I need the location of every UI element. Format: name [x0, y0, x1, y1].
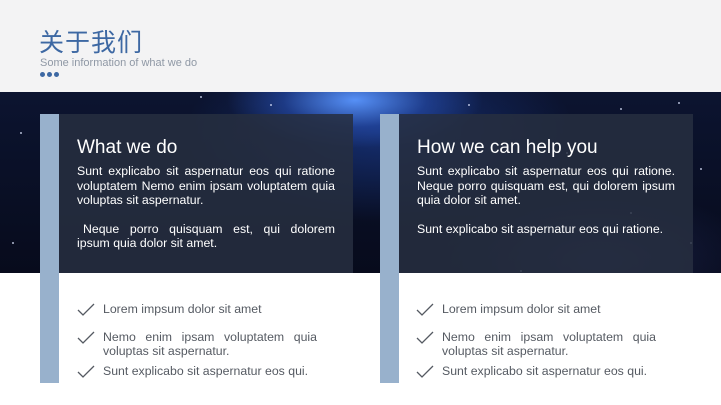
list-item-text: Nemo enim ipsam voluptatem quia voluptas… [103, 329, 317, 359]
check-icon [77, 303, 95, 316]
card-paragraph: Neque porro quisquam est, qui dolorem ip… [77, 221, 335, 251]
check-icon [416, 303, 434, 316]
card-paragraph: Sunt explicabo sit aspernatur eos qui ra… [417, 164, 675, 207]
list-item-text: Sunt explicabo sit aspernatur eos qui. [442, 363, 648, 378]
page-title: 关于我们 [39, 28, 144, 57]
card-paragraph: Sunt explicabo sit aspernatur eos qui ra… [77, 164, 335, 207]
check-icon [416, 331, 434, 344]
list-item: Nemo enim ipsam voluptatem quia voluptas… [416, 330, 656, 359]
list-item-text: Lorem impsum dolor sit amet [103, 302, 262, 316]
dots-icon [40, 72, 59, 77]
card-body: Sunt explicabo sit aspernatur eos qui ra… [77, 164, 335, 265]
card-body: Sunt explicabo sit aspernatur eos qui ra… [417, 164, 675, 250]
list-item-text: Sunt explicabo sit aspernatur eos qui. [103, 363, 309, 378]
list-item: Sunt explicabo sit aspernatur eos qui. [416, 364, 656, 379]
card-heading: What we do [77, 137, 178, 158]
card-paragraph: Sunt explicabo sit aspernatur eos qui ra… [417, 221, 664, 236]
card-heading: How we can help you [417, 137, 598, 158]
list-item-text: Nemo enim ipsam voluptatem quia voluptas… [442, 329, 656, 359]
right-checklist: Lorem impsum dolor sit amet Nemo enim ip… [416, 302, 656, 391]
check-icon [77, 331, 95, 344]
card-what-we-do: What we do Sunt explicabo sit aspernatur… [59, 114, 353, 273]
list-item: Sunt explicabo sit aspernatur eos qui. [77, 364, 317, 379]
left-checklist: Lorem impsum dolor sit amet Nemo enim ip… [77, 302, 317, 391]
list-item: Lorem impsum dolor sit amet [416, 302, 656, 317]
list-item: Lorem impsum dolor sit amet [77, 302, 317, 317]
check-icon [77, 365, 95, 378]
page-subtitle: Some information of what we do [40, 57, 198, 69]
card-how-we-can-help: How we can help you Sunt explicabo sit a… [399, 114, 693, 273]
right-accent-bar [380, 114, 399, 383]
left-accent-bar [40, 114, 59, 383]
check-icon [416, 365, 434, 378]
list-item-text: Lorem impsum dolor sit amet [442, 302, 601, 316]
header: 关于我们 Some information of what we do [0, 0, 721, 92]
list-item: Nemo enim ipsam voluptatem quia voluptas… [77, 330, 317, 359]
